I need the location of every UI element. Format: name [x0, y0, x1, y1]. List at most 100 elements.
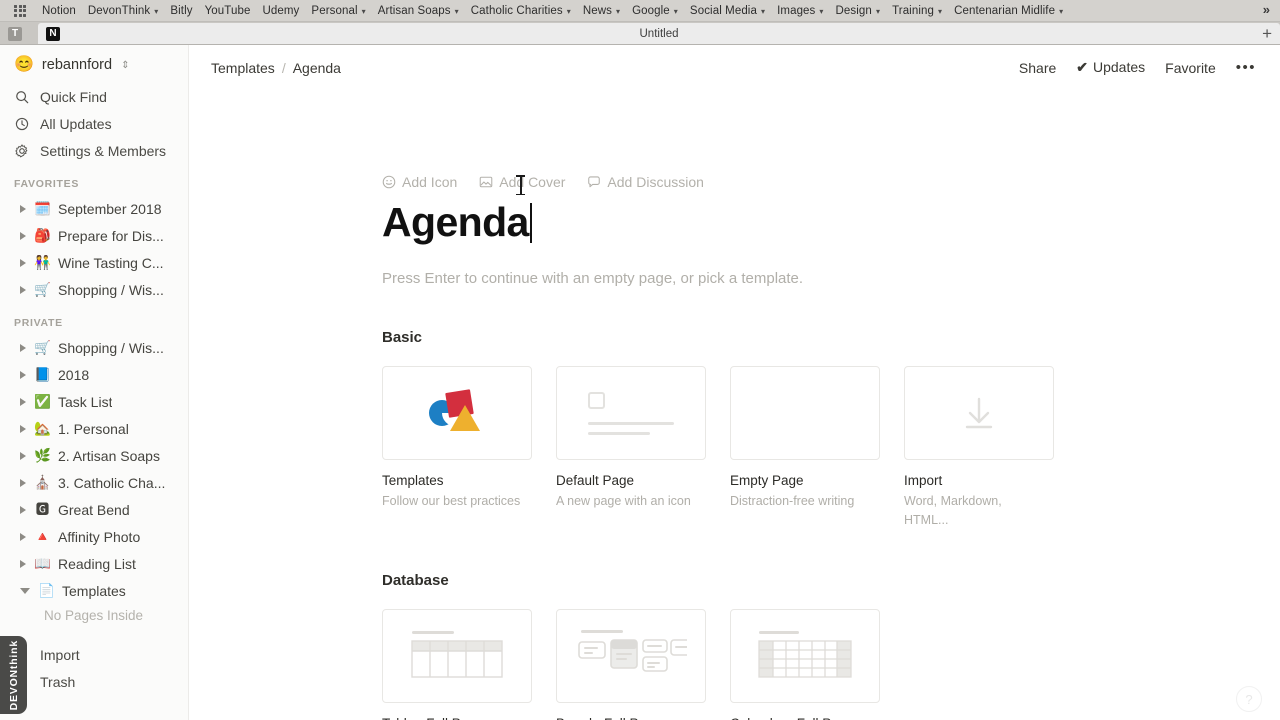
template-card-name: Calendar - Full Page: [730, 716, 880, 720]
sidebar-page-task-list[interactable]: ✅ Task List: [0, 388, 188, 415]
add-icon-button[interactable]: Add Icon: [382, 174, 457, 190]
favorite-button[interactable]: Favorite: [1165, 60, 1216, 76]
page-emoji-icon: 🎒: [34, 227, 51, 243]
chevron-right-icon[interactable]: [20, 505, 26, 514]
template-card-name: Table - Full Page: [382, 716, 532, 720]
chevron-right-icon[interactable]: [20, 397, 26, 406]
template-card-calendar-full-page[interactable]: Calendar - Full Page Database with a cal…: [730, 608, 880, 720]
bookmark-label: Training: [892, 4, 934, 17]
bookmark-design[interactable]: Design ▾: [830, 3, 887, 19]
chevron-right-icon[interactable]: [20, 424, 26, 433]
bookmark-youtube[interactable]: YouTube: [199, 3, 257, 19]
apps-grid-icon[interactable]: [10, 4, 30, 18]
topbar-actions: Share ✔ Updates Favorite •••: [1019, 59, 1256, 76]
more-options-button[interactable]: •••: [1236, 59, 1256, 76]
sidebar-page-2-artisan-soaps[interactable]: 🌿 2. Artisan Soaps: [0, 442, 188, 469]
sidebar-page-september-2018[interactable]: 🗓️ September 2018: [0, 195, 188, 222]
share-button[interactable]: Share: [1019, 60, 1056, 76]
section-title-database: Database: [382, 571, 449, 589]
template-card-default-page[interactable]: Default Page A new page with an icon: [556, 366, 706, 530]
tab-inactive[interactable]: T: [0, 23, 38, 44]
bookmark-images[interactable]: Images ▾: [771, 3, 829, 19]
chevron-down-icon[interactable]: [20, 587, 30, 594]
section-title-basic: Basic: [382, 329, 423, 347]
sidebar-item-label: Shopping / Wis...: [58, 281, 164, 298]
sidebar-item-import[interactable]: Import: [0, 641, 188, 668]
template-card-templates[interactable]: Templates Follow our best practices: [382, 366, 532, 530]
help-button[interactable]: ?: [1236, 686, 1262, 712]
sidebar-page-shopping-wish[interactable]: 🛒 Shopping / Wis...: [0, 334, 188, 361]
template-card-desc: Word, Markdown, HTML...: [904, 494, 1002, 527]
sidebar-item-trash[interactable]: Trash: [0, 668, 188, 695]
chevron-down-icon: ▾: [566, 7, 571, 16]
bookmark-social-media[interactable]: Social Media ▾: [684, 3, 771, 19]
page-emoji-icon: 🏡: [34, 420, 51, 436]
chevron-right-icon[interactable]: [20, 370, 26, 379]
template-card-empty-page[interactable]: Empty Page Distraction-free writing: [730, 366, 880, 530]
sidebar-page-templates[interactable]: 📄 Templates: [0, 577, 188, 604]
chevron-right-icon[interactable]: [20, 478, 26, 487]
mouse-cursor-ibeam: [516, 175, 525, 195]
sidebar-page-3-catholic-charities[interactable]: ⛪ 3. Catholic Cha...: [0, 469, 188, 496]
bookmark-devonthink[interactable]: DevonThink ▾: [82, 3, 165, 19]
bookmark-label: Centenarian Midlife: [954, 4, 1056, 17]
sidebar-item-all-updates[interactable]: All Updates: [0, 110, 188, 137]
template-card-import[interactable]: Import Word, Markdown, HTML...: [904, 366, 1054, 530]
chevron-down-icon: ▾: [875, 7, 881, 16]
breadcrumb-separator: /: [281, 59, 286, 76]
sidebar-page-2018[interactable]: 📘 2018: [0, 361, 188, 388]
sidebar-page-reading-list[interactable]: 📖 Reading List: [0, 550, 188, 577]
sidebar-item-label: Great Bend: [58, 501, 130, 518]
chevron-right-icon[interactable]: [20, 231, 26, 240]
chevron-right-icon[interactable]: [20, 285, 26, 294]
bookmark-catholic-charities[interactable]: Catholic Charities ▾: [465, 3, 577, 19]
bookmark-udemy[interactable]: Udemy: [256, 3, 305, 19]
bookmark-personal[interactable]: Personal ▾: [305, 3, 371, 19]
template-card-name: Board - Full Page: [556, 716, 706, 720]
chevron-right-icon[interactable]: [20, 204, 26, 213]
favicon-notion-icon: N: [46, 26, 60, 41]
chevron-right-icon[interactable]: [20, 532, 26, 541]
sidebar-item-label: 2018: [58, 366, 90, 383]
calendar-grid-icon: [758, 630, 852, 678]
bookmark-artisan-soaps[interactable]: Artisan Soaps ▾: [372, 3, 465, 19]
clock-icon: [14, 116, 29, 131]
bookmark-centenarian-midlife[interactable]: Centenarian Midlife ▾: [948, 3, 1069, 19]
bookmark-training[interactable]: Training ▾: [886, 3, 948, 19]
template-card-table-full-page[interactable]: Table - Full Page Database with a table: [382, 608, 532, 720]
bookmark-label: Udemy: [262, 4, 300, 17]
updates-button[interactable]: ✔ Updates: [1076, 59, 1145, 76]
sidebar-page-prepare-for-dis[interactable]: 🎒 Prepare for Dis...: [0, 222, 188, 249]
sidebar-page-affinity-photo[interactable]: 🔺 Affinity Photo: [0, 523, 188, 550]
template-card-board-full-page[interactable]: Board - Full Page Database with a kanban: [556, 608, 706, 720]
chevron-right-icon[interactable]: [20, 343, 26, 352]
chevron-right-icon[interactable]: [20, 258, 26, 267]
workspace-switcher[interactable]: 😊 rebannford ⇕: [0, 45, 188, 83]
chevron-down-icon: ▾: [615, 7, 621, 16]
devonthink-drawer-tab[interactable]: DEVONthink: [0, 636, 27, 714]
sidebar-item-settings-members[interactable]: Settings & Members: [0, 137, 188, 164]
bookmark-bitly[interactable]: Bitly: [164, 3, 198, 19]
sidebar-page-wine-tasting[interactable]: 👫 Wine Tasting C...: [0, 249, 188, 276]
breadcrumb-parent[interactable]: Templates: [211, 60, 275, 76]
chevron-right-icon[interactable]: [20, 559, 26, 568]
new-tab-button[interactable]: +: [1262, 25, 1272, 42]
bookmark-notion[interactable]: Notion: [36, 3, 82, 19]
sidebar-item-quick-find[interactable]: Quick Find: [0, 83, 188, 110]
tab-active-untitled[interactable]: N Untitled: [38, 23, 1280, 44]
chevron-right-icon[interactable]: [20, 451, 26, 460]
bookmarks-overflow-button[interactable]: »: [1257, 2, 1276, 17]
sidebar-page-1-personal[interactable]: 🏡 1. Personal: [0, 415, 188, 442]
add-discussion-button[interactable]: Add Discussion: [587, 174, 704, 190]
sidebar-page-great-bend[interactable]: 🅶 Great Bend: [0, 496, 188, 523]
breadcrumb-current[interactable]: Agenda: [293, 60, 341, 76]
page-title[interactable]: Agenda: [382, 200, 529, 244]
bookmark-news[interactable]: News ▾: [577, 3, 626, 19]
chevron-down-icon: ▾: [760, 7, 766, 16]
download-arrow-icon: [965, 397, 993, 429]
page-emoji-icon: 📘: [34, 366, 51, 382]
sidebar-item-label: Templates: [62, 582, 126, 599]
sidebar-empty-note: No Pages Inside: [44, 608, 144, 623]
bookmark-google[interactable]: Google ▾: [626, 3, 684, 19]
sidebar-page-shopping-wish-fav[interactable]: 🛒 Shopping / Wis...: [0, 276, 188, 303]
